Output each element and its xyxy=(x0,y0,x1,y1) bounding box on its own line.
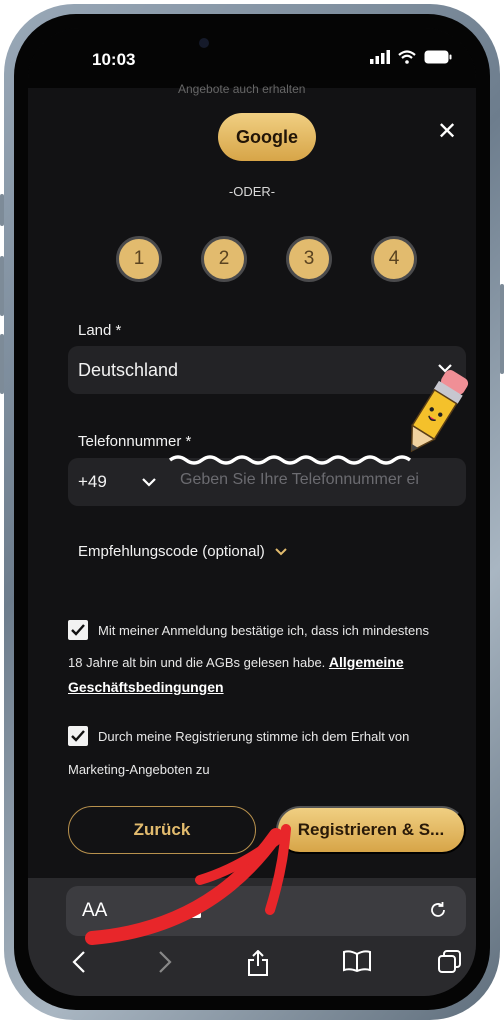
front-camera xyxy=(199,38,209,48)
phone-bezel: 10:03 Angebote auch erhalten Google ✕ -O… xyxy=(14,14,490,1010)
step-indicator: 1 2 3 4 xyxy=(116,236,417,282)
lock-icon xyxy=(191,903,201,918)
side-button-top xyxy=(0,194,4,226)
back-arrow-icon[interactable] xyxy=(72,950,86,974)
forward-arrow-icon[interactable] xyxy=(158,950,172,974)
side-button-volume-down xyxy=(0,334,4,394)
consent-marketing-text-2: Marketing-Angeboten zu xyxy=(68,762,210,777)
step-1: 1 xyxy=(116,236,162,282)
country-label: Land * xyxy=(78,322,122,339)
prefix-chevron-down-icon[interactable] xyxy=(142,478,156,487)
google-signin-button[interactable]: Google xyxy=(218,113,316,161)
terms-link-1[interactable]: Allgemeine xyxy=(329,654,404,670)
country-value: Deutschland xyxy=(78,359,179,380)
consent-age-checkbox[interactable] xyxy=(68,620,88,640)
side-button-power xyxy=(500,284,504,374)
checkmark-icon xyxy=(71,730,85,742)
partial-text: Angebote auch erhalten xyxy=(178,82,306,96)
back-button[interactable]: Zurück xyxy=(68,806,256,854)
phone-frame: 10:03 Angebote auch erhalten Google ✕ -O… xyxy=(0,4,504,1020)
consent-age-text-2: 18 Jahre alt bin und die AGBs gelesen ha… xyxy=(68,655,326,670)
divider-oder: -ODER- xyxy=(228,184,276,199)
share-icon[interactable] xyxy=(246,950,270,976)
country-select[interactable]: Deutschland xyxy=(68,346,466,394)
terms-link-2[interactable]: Geschäftsbedingungen xyxy=(68,679,224,695)
screen: 10:03 Angebote auch erhalten Google ✕ -O… xyxy=(28,28,476,996)
referral-toggle[interactable]: Empfehlungscode (optional) xyxy=(78,543,287,560)
status-time: 10:03 xyxy=(92,50,136,69)
side-button-volume-up xyxy=(0,256,4,316)
reload-icon[interactable] xyxy=(428,900,448,920)
bookmarks-icon[interactable] xyxy=(342,950,372,972)
wifi-icon xyxy=(398,50,416,64)
consent-age-text-1: Mit meiner Anmeldung bestätige ich, dass… xyxy=(98,623,429,638)
step-3: 3 xyxy=(286,236,332,282)
phone-label: Telefonnummer * xyxy=(78,433,192,450)
signal-icon xyxy=(370,50,390,64)
referral-chevron-down-icon xyxy=(275,547,287,555)
step-4: 4 xyxy=(371,236,417,282)
phone-field: +49 xyxy=(68,458,466,506)
consent-marketing-checkbox[interactable] xyxy=(68,726,88,746)
referral-label: Empfehlungscode (optional) xyxy=(78,543,265,560)
status-bar: 10:03 xyxy=(28,28,476,88)
status-icons xyxy=(370,50,452,64)
phone-prefix[interactable]: +49 xyxy=(78,472,107,492)
consent-marketing-text-1: Durch meine Registrierung stimme ich dem… xyxy=(98,729,410,744)
step-2: 2 xyxy=(201,236,247,282)
tabs-icon[interactable] xyxy=(438,950,462,974)
register-button[interactable]: Registrieren & S... xyxy=(276,806,466,854)
battery-icon xyxy=(424,50,452,64)
phone-input[interactable] xyxy=(178,470,462,490)
close-icon[interactable]: ✕ xyxy=(432,116,462,146)
chevron-down-icon xyxy=(438,364,452,373)
address-bar[interactable]: AA xyxy=(66,886,466,936)
browser-bar: AA xyxy=(28,878,476,996)
consent-age-line-2: 18 Jahre alt bin und die AGBs gelesen ha… xyxy=(68,654,404,670)
registration-form: Angebote auch erhalten Google ✕ -ODER- 1… xyxy=(28,82,476,878)
checkmark-icon xyxy=(71,624,85,636)
reader-aa-button[interactable]: AA xyxy=(82,900,107,922)
